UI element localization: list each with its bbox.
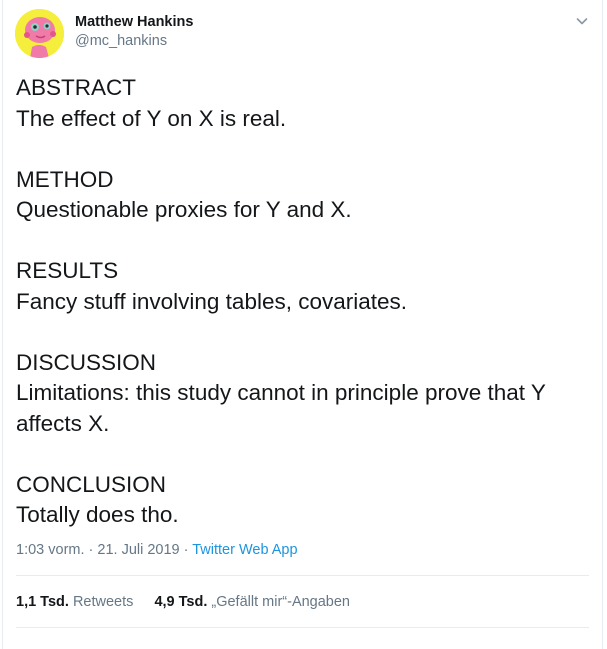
likes-label: „Gefällt mir“-Angaben	[211, 594, 350, 610]
tweet-text: ABSTRACT The effect of Y on X is real. M…	[16, 73, 591, 531]
tweet-card: Matthew Hankins @mc_hankins ABSTRACT The…	[2, 0, 603, 649]
tweet-header: Matthew Hankins @mc_hankins	[15, 9, 590, 61]
tweet-section-discussion: DISCUSSION Limitations: this study canno…	[16, 348, 591, 440]
divider	[16, 627, 589, 628]
tweet-source-link[interactable]: Twitter Web App	[192, 542, 297, 558]
meta-separator: ·	[84, 542, 98, 558]
chevron-down-icon[interactable]	[574, 13, 590, 29]
tweet-section-method: METHOD Questionable proxies for Y and X.	[16, 165, 591, 226]
section-heading: DISCUSSION	[16, 349, 157, 375]
user-block[interactable]: Matthew Hankins @mc_hankins	[75, 13, 193, 51]
section-line: Questionable proxies for Y and X.	[16, 197, 352, 222]
tweet-date[interactable]: 21. Juli 2019	[97, 542, 179, 558]
section-line: Fancy stuff involving tables, covariates…	[16, 288, 408, 314]
tweet-section-abstract: ABSTRACT The effect of Y on X is real.	[16, 73, 591, 134]
section-line: Totally does tho.	[16, 502, 179, 527]
avatar-face-icon	[15, 9, 64, 58]
section-heading: ABSTRACT	[16, 75, 137, 100]
tweet-meta: 1:03 vorm. · 21. Juli 2019 · Twitter Web…	[16, 540, 298, 560]
tweet-stats: 1,1 Tsd. Retweets 4,9 Tsd. „Gefällt mir“…	[16, 592, 350, 612]
display-name[interactable]: Matthew Hankins	[75, 13, 193, 31]
section-heading: METHOD	[16, 166, 114, 192]
tweet-time[interactable]: 1:03 vorm.	[16, 542, 85, 558]
divider	[16, 575, 589, 576]
likes-stat[interactable]: 4,9 Tsd. „Gefällt mir“-Angaben	[154, 592, 350, 612]
avatar[interactable]	[15, 9, 64, 58]
retweets-label: Retweets	[72, 594, 134, 610]
meta-separator: ·	[179, 542, 193, 558]
section-line: affects X.	[16, 410, 110, 436]
section-line: Limitations: this study cannot in princi…	[16, 380, 546, 405]
section-line: The effect of Y on X is real.	[16, 105, 287, 131]
section-heading: RESULTS	[16, 258, 119, 283]
section-heading: CONCLUSION	[16, 471, 167, 497]
retweets-count: 1,1 Tsd.	[16, 594, 69, 610]
tweet-section-conclusion: CONCLUSION Totally does tho.	[16, 470, 591, 531]
retweets-stat[interactable]: 1,1 Tsd. Retweets	[16, 592, 133, 612]
tweet-section-results: RESULTS Fancy stuff involving tables, co…	[16, 256, 591, 317]
screen-name[interactable]: @mc_hankins	[75, 31, 193, 51]
likes-count: 4,9 Tsd.	[154, 594, 208, 610]
